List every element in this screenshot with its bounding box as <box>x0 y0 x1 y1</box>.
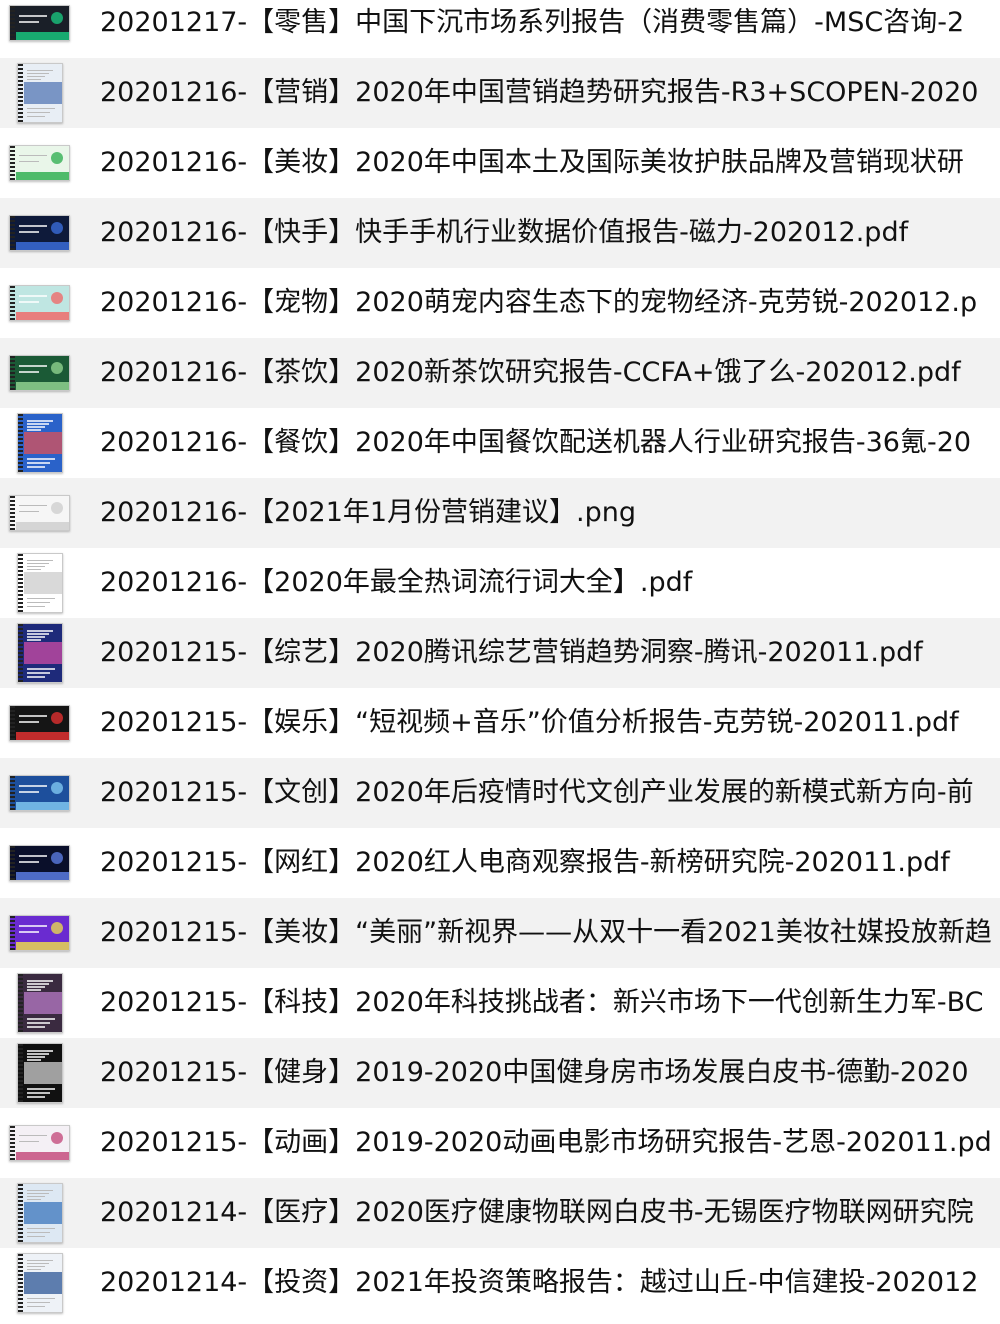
file-name: 20201215-【网红】2020红人电商观察报告-新榜研究院-202011.p… <box>100 847 950 878</box>
spiral-binding-icon <box>18 1044 23 1102</box>
file-thumbnail-icon <box>9 355 70 391</box>
file-name: 20201216-【快手】快手手机行业数据价值报告-磁力-202012.pdf <box>100 217 909 248</box>
file-row[interactable]: 20201214-【投资】2021年投资策略报告：越过山丘-中信建投-20201… <box>0 1248 1000 1318</box>
file-row[interactable]: 20201215-【健身】2019-2020中国健身房市场发展白皮书-德勤-20… <box>0 1038 1000 1108</box>
file-row[interactable]: 20201215-【网红】2020红人电商观察报告-新榜研究院-202011.p… <box>0 828 1000 898</box>
file-thumbnail-icon <box>9 145 70 181</box>
spiral-binding-icon <box>10 146 15 180</box>
file-thumbnail-icon <box>17 63 63 123</box>
file-thumbnail-icon <box>17 1043 63 1103</box>
file-name: 20201216-【宠物】2020萌宠内容生态下的宠物经济-克劳锐-202012… <box>100 287 978 318</box>
spiral-binding-icon <box>10 6 15 40</box>
file-name: 20201215-【动画】2019-2020动画电影市场研究报告-艺恩-2020… <box>100 1127 992 1158</box>
file-row[interactable]: 20201215-【动画】2019-2020动画电影市场研究报告-艺恩-2020… <box>0 1108 1000 1178</box>
file-name: 20201215-【综艺】2020腾讯综艺营销趋势洞察-腾讯-202011.pd… <box>100 637 923 668</box>
file-row[interactable]: 20201216-【快手】快手手机行业数据价值报告-磁力-202012.pdf <box>0 198 1000 268</box>
spiral-binding-icon <box>10 846 15 880</box>
spiral-binding-icon <box>10 286 15 320</box>
file-name: 20201216-【2020年最全热词流行词大全】.pdf <box>100 567 693 598</box>
file-name: 20201214-【医疗】2020医疗健康物联网白皮书-无锡医疗物联网研究院 <box>100 1197 974 1228</box>
spiral-binding-icon <box>18 1254 23 1312</box>
file-thumbnail-icon <box>9 845 70 881</box>
file-list: 20201217-【零售】中国下沉市场系列报告（消费零售篇）-MSC咨询-2 20… <box>0 0 1000 1324</box>
file-row[interactable]: 20201216-【美妆】2020年中国本土及国际美妆护肤品牌及营销现状研 <box>0 128 1000 198</box>
file-thumbnail-icon <box>17 1183 63 1243</box>
spiral-binding-icon <box>10 916 15 950</box>
file-row[interactable]: 20201215-【综艺】2020腾讯综艺营销趋势洞察-腾讯-202011.pd… <box>0 618 1000 688</box>
file-thumbnail-icon <box>9 915 70 951</box>
file-name: 20201215-【娱乐】“短视频+音乐”价值分析报告-克劳锐-202011.p… <box>100 707 959 738</box>
spiral-binding-icon <box>10 706 15 740</box>
file-name: 20201215-【科技】2020年科技挑战者：新兴市场下一代创新生力军-BC <box>100 987 984 1018</box>
file-row[interactable]: 20201214-【医疗】2020医疗健康物联网白皮书-无锡医疗物联网研究院 <box>0 1178 1000 1248</box>
file-name: 20201215-【健身】2019-2020中国健身房市场发展白皮书-德勤-20… <box>100 1057 969 1088</box>
file-thumbnail-icon <box>9 215 70 251</box>
file-name: 20201216-【餐饮】2020年中国餐饮配送机器人行业研究报告-36氪-20 <box>100 427 972 458</box>
spiral-binding-icon <box>18 414 23 472</box>
file-thumbnail-icon <box>17 413 63 473</box>
file-thumbnail-icon <box>17 553 63 613</box>
file-thumbnail-icon <box>17 1253 63 1313</box>
file-row[interactable]: 20201215-【美妆】“美丽”新视界——从双十一看2021美妆社媒投放新趋 <box>0 898 1000 968</box>
file-row[interactable]: 20201215-【娱乐】“短视频+音乐”价值分析报告-克劳锐-202011.p… <box>0 688 1000 758</box>
spiral-binding-icon <box>18 64 23 122</box>
file-name: 20201217-【零售】中国下沉市场系列报告（消费零售篇）-MSC咨询-2 <box>100 7 965 38</box>
file-name: 20201215-【文创】2020年后疫情时代文创产业发展的新模式新方向-前 <box>100 777 974 808</box>
spiral-binding-icon <box>18 974 23 1032</box>
file-name: 20201216-【2021年1月份营销建议】.png <box>100 497 637 528</box>
file-thumbnail-icon <box>9 495 70 531</box>
file-name: 20201216-【美妆】2020年中国本土及国际美妆护肤品牌及营销现状研 <box>100 147 964 178</box>
file-row[interactable]: 20201217-【零售】中国下沉市场系列报告（消费零售篇）-MSC咨询-2 <box>0 0 1000 58</box>
file-name: 20201216-【茶饮】2020新茶饮研究报告-CCFA+饿了么-202012… <box>100 357 961 388</box>
file-row[interactable]: 20201216-【营销】2020年中国营销趋势研究报告-R3+SCOPEN-2… <box>0 58 1000 128</box>
file-row[interactable]: 20201215-【科技】2020年科技挑战者：新兴市场下一代创新生力军-BC <box>0 968 1000 1038</box>
file-thumbnail-icon <box>17 623 63 683</box>
file-row[interactable]: 20201216-【餐饮】2020年中国餐饮配送机器人行业研究报告-36氪-20 <box>0 408 1000 478</box>
file-thumbnail-icon <box>9 5 70 41</box>
file-name: 20201214-【投资】2021年投资策略报告：越过山丘-中信建投-20201… <box>100 1267 979 1298</box>
file-name: 20201215-【美妆】“美丽”新视界——从双十一看2021美妆社媒投放新趋 <box>100 917 992 948</box>
file-thumbnail-icon <box>9 705 70 741</box>
file-name: 20201216-【营销】2020年中国营销趋势研究报告-R3+SCOPEN-2… <box>100 77 979 108</box>
file-thumbnail-icon <box>9 1125 70 1161</box>
file-thumbnail-icon <box>9 775 70 811</box>
spiral-binding-icon <box>18 554 23 612</box>
spiral-binding-icon <box>18 1184 23 1242</box>
file-row[interactable]: 20201216-【2020年最全热词流行词大全】.pdf <box>0 548 1000 618</box>
file-row[interactable]: 20201216-【2021年1月份营销建议】.png <box>0 478 1000 548</box>
spiral-binding-icon <box>18 624 23 682</box>
file-row[interactable]: 20201216-【茶饮】2020新茶饮研究报告-CCFA+饿了么-202012… <box>0 338 1000 408</box>
spiral-binding-icon <box>10 776 15 810</box>
file-thumbnail-icon <box>9 285 70 321</box>
spiral-binding-icon <box>10 216 15 250</box>
file-thumbnail-icon <box>17 973 63 1033</box>
spiral-binding-icon <box>10 356 15 390</box>
file-row[interactable]: 20201216-【宠物】2020萌宠内容生态下的宠物经济-克劳锐-202012… <box>0 268 1000 338</box>
file-row[interactable]: 20201215-【文创】2020年后疫情时代文创产业发展的新模式新方向-前 <box>0 758 1000 828</box>
spiral-binding-icon <box>10 496 15 530</box>
spiral-binding-icon <box>10 1126 15 1160</box>
